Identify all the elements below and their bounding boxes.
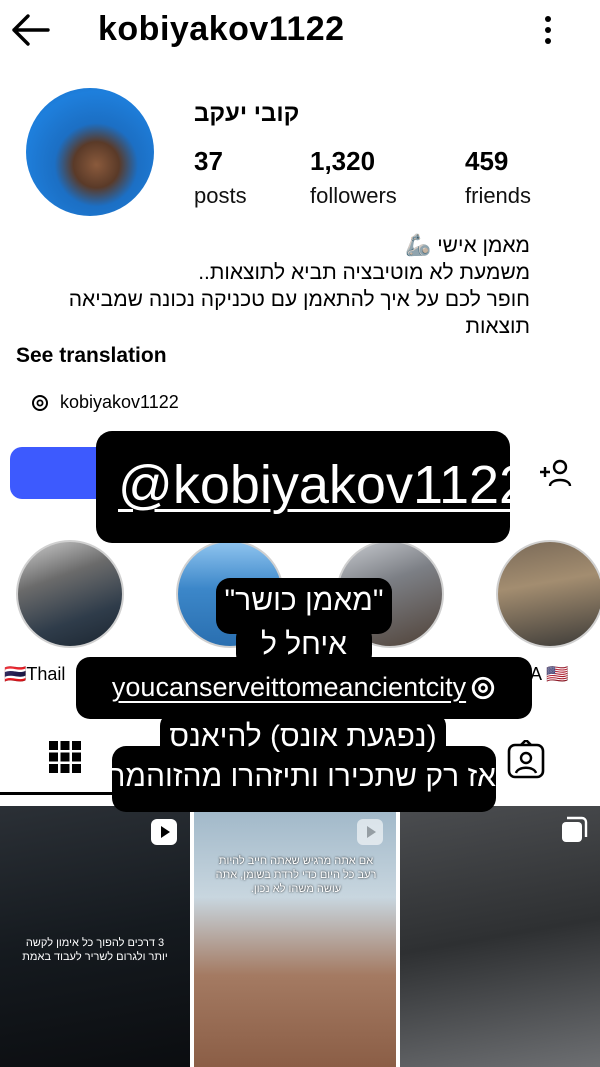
bio-line: משמעת לא מוטיבציה תביא לתוצאות.. (198, 261, 530, 284)
mention-sticker-text[interactable]: @kobiyakov1122 (118, 454, 529, 516)
posts-count-label: posts (194, 183, 247, 208)
posts-count[interactable]: 37 posts (194, 146, 247, 209)
more-options-icon[interactable] (536, 14, 560, 46)
display-name: קובי יעקב (194, 100, 300, 127)
profile-bio: מאמן אישי 🦾 משמעת לא מוטיבציה תביא לתוצא… (10, 232, 530, 340)
friends-count[interactable]: 459 friends (465, 146, 531, 209)
highlight-caption: 🇹🇭Thail (4, 664, 66, 684)
friends-count-label: friends (465, 183, 532, 208)
overlay-caption-line[interactable]: youcanserveittomeancientcity (84, 672, 524, 703)
followers-count[interactable]: 1,320 followers (310, 146, 397, 209)
profile-username-title: kobiyakov1122 (98, 10, 345, 48)
overlay-caption-line: (נפגעת אונס) להיאנס (169, 720, 437, 753)
post-thumbnail[interactable]: 3 דרכים להפוך כל אימון לקשה יותר ולגרום … (0, 806, 190, 1067)
reel-icon (151, 819, 177, 845)
profile-avatar[interactable] (26, 88, 154, 216)
back-arrow-icon[interactable] (10, 12, 50, 48)
add-person-icon[interactable] (538, 458, 572, 488)
threads-profile-link[interactable]: kobiyakov1122 (30, 392, 179, 413)
threads-icon (471, 676, 495, 699)
grid-icon[interactable] (48, 740, 82, 774)
bio-line: מאמן אישי 🦾 (405, 234, 530, 257)
carousel-icon (562, 816, 588, 842)
posts-count-value: 37 (194, 146, 223, 176)
post-caption-text: אם אתה מרגיש שאתה חייב להיות רעב כל היום… (215, 855, 377, 895)
threads-icon (32, 394, 48, 411)
reel-icon (357, 819, 383, 845)
overlay-caption-line: אז רק שתכירו ותיזהרו מהזוהמה (106, 760, 496, 793)
friends-count-value: 459 (465, 146, 509, 176)
story-highlight[interactable] (496, 540, 600, 648)
mentioned-handle: youcanserveittomeancientcity (111, 672, 467, 702)
overlay-caption-line: "מאמן כושר" (224, 584, 384, 617)
see-translation-link[interactable]: See translation (16, 344, 167, 368)
threads-handle: kobiyakov1122 (60, 392, 179, 412)
top-bar: kobiyakov1122 (0, 0, 600, 64)
post-thumbnail[interactable]: אם אתה מרגיש שאתה חייב להיות רעב כל היום… (194, 806, 396, 1067)
mention-handle: @kobiyakov1122 (118, 455, 530, 515)
overlay-caption-line: איחל ל (261, 628, 347, 661)
followers-count-value: 1,320 (310, 146, 376, 176)
story-highlight[interactable] (16, 540, 124, 648)
bio-line: חופר לכם על איך להתאמן עם טכניקה נכונה ש… (68, 288, 530, 338)
post-caption-text: 3 דרכים להפוך כל אימון לקשה יותר ולגרום … (22, 937, 168, 963)
followers-count-label: followers (310, 183, 397, 208)
tagged-photos-icon[interactable] (506, 740, 546, 780)
post-thumbnail[interactable] (400, 806, 600, 1067)
